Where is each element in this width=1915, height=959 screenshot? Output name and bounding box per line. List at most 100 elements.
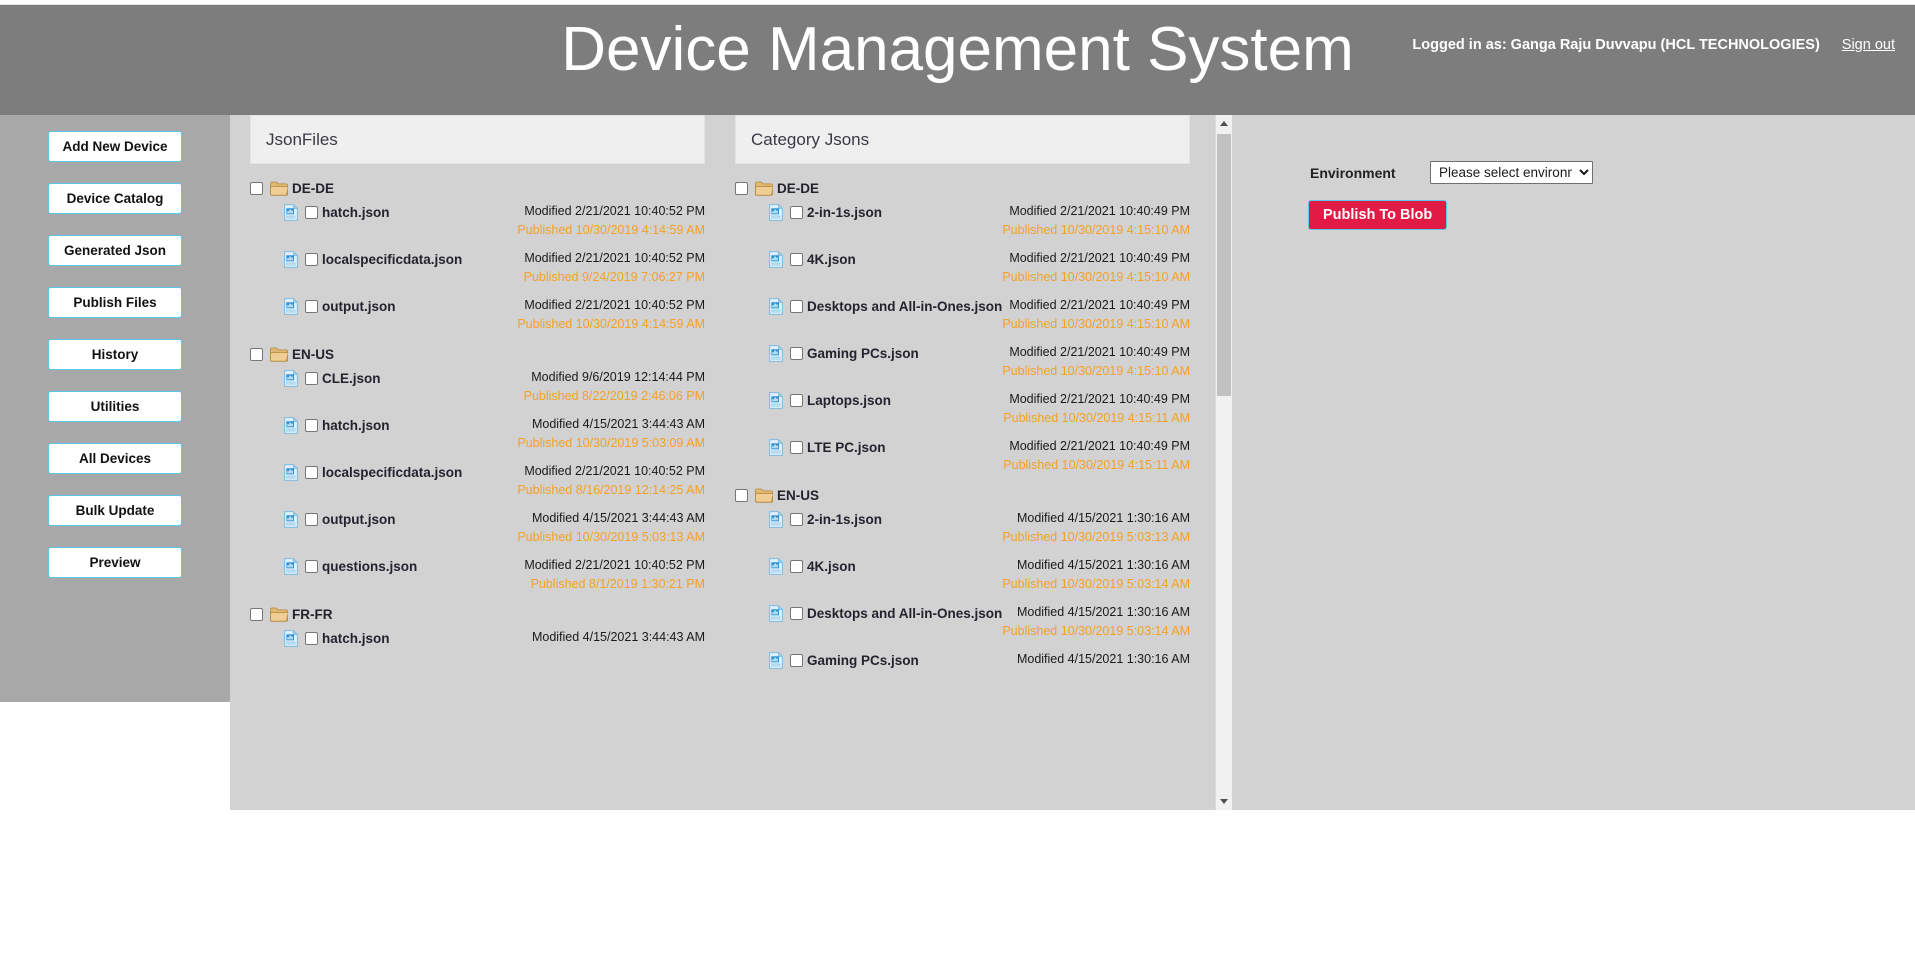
file-modified-date: Modified 2/21/2021 10:40:52 PM (524, 298, 705, 312)
file-row[interactable]: Gaming PCs.json Modified 2/21/2021 10:40:… (735, 343, 1190, 383)
panels-vertical-scrollbar[interactable] (1215, 115, 1232, 810)
file-label: output.json (322, 299, 396, 314)
folder-icon (755, 181, 773, 196)
file-row[interactable]: LTE PC.json Modified 2/21/2021 10:40:49 P… (735, 437, 1190, 477)
folder-row[interactable]: EN-US (250, 343, 705, 365)
file-checkbox[interactable] (305, 300, 318, 313)
folder-checkbox[interactable] (735, 488, 748, 502)
file-checkbox[interactable] (790, 607, 803, 620)
folder-icon (270, 607, 288, 622)
folder-checkbox[interactable] (250, 181, 263, 195)
scroll-up-arrow-icon[interactable] (1216, 115, 1232, 132)
file-row[interactable]: 2-in-1s.json Modified 2/21/2021 10:40:49 … (735, 202, 1190, 242)
sign-out-link[interactable]: Sign out (1842, 37, 1895, 53)
file-checkbox[interactable] (790, 513, 803, 526)
sidebar-item-all-devices[interactable]: All Devices (48, 443, 182, 474)
file-published-date: Published 10/30/2019 5:03:14 AM (1002, 624, 1190, 638)
file-meta: Modified 2/21/2021 10:40:49 PM Published … (1002, 202, 1190, 240)
folder-checkbox[interactable] (250, 607, 263, 621)
json-file-icon (769, 392, 783, 409)
folder-label: EN-US (777, 487, 820, 503)
file-row[interactable]: 2-in-1s.json Modified 4/15/2021 1:30:16 A… (735, 509, 1190, 549)
json-file-icon (284, 298, 298, 315)
json-file-icon (284, 630, 298, 647)
file-label: Gaming PCs.json (807, 346, 919, 361)
file-row[interactable]: localspecificdata.json Modified 2/21/2021… (250, 249, 705, 289)
file-label: questions.json (322, 559, 418, 574)
sidebar-item-publish-files[interactable]: Publish Files (48, 287, 182, 318)
file-modified-date: Modified 2/21/2021 10:40:49 PM (1009, 439, 1190, 453)
sidebar-nav: Add New Device Device Catalog Generated … (0, 115, 230, 702)
folder-row[interactable]: DE-DE (250, 177, 705, 199)
main-content: JsonFiles DE-DE hatch.json Modified 2/21/2… (230, 115, 1915, 810)
file-checkbox[interactable] (790, 253, 803, 266)
file-row[interactable]: hatch.json Modified 4/15/2021 3:44:43 AM (250, 628, 705, 668)
file-published-date: Published 8/1/2019 1:30:21 PM (530, 577, 705, 591)
publish-controls-pane: Environment Please select environment Pu… (1250, 115, 1915, 810)
sidebar-item-add-new-device[interactable]: Add New Device (48, 131, 182, 162)
sidebar-item-preview[interactable]: Preview (48, 547, 182, 578)
json-file-icon (769, 251, 783, 268)
file-checkbox[interactable] (790, 206, 803, 219)
file-checkbox[interactable] (790, 394, 803, 407)
sidebar-item-device-catalog[interactable]: Device Catalog (48, 183, 182, 214)
file-row[interactable]: 4K.json Modified 2/21/2021 10:40:49 PM Pub… (735, 249, 1190, 289)
folder-checkbox[interactable] (250, 347, 263, 361)
file-row[interactable]: questions.json Modified 2/21/2021 10:40:5… (250, 556, 705, 596)
scrollbar-thumb[interactable] (1217, 134, 1231, 396)
file-row[interactable]: Gaming PCs.json Modified 4/15/2021 1:30:1… (735, 650, 1190, 690)
file-label: Desktops and All-in-Ones.json (807, 606, 1003, 621)
file-checkbox[interactable] (305, 419, 318, 432)
file-checkbox[interactable] (790, 300, 803, 313)
json-file-icon (284, 204, 298, 221)
file-row[interactable]: localspecificdata.json Modified 2/21/2021… (250, 462, 705, 502)
file-row[interactable]: output.json Modified 2/21/2021 10:40:52 P… (250, 296, 705, 336)
scroll-down-arrow-icon[interactable] (1216, 793, 1232, 810)
file-label: localspecificdata.json (322, 252, 463, 267)
file-checkbox[interactable] (305, 560, 318, 573)
file-row[interactable]: CLE.json Modified 9/6/2019 12:14:44 PM Pub… (250, 368, 705, 408)
publish-to-blob-button[interactable]: Publish To Blob (1308, 200, 1448, 230)
json-file-icon (284, 417, 298, 434)
folder-row[interactable]: DE-DE (735, 177, 1190, 199)
sidebar-item-bulk-update[interactable]: Bulk Update (48, 495, 182, 526)
file-published-date: Published 10/30/2019 5:03:13 AM (517, 530, 705, 544)
sidebar-item-utilities[interactable]: Utilities (48, 391, 182, 422)
file-checkbox[interactable] (790, 560, 803, 573)
file-row[interactable]: hatch.json Modified 2/21/2021 10:40:52 PM… (250, 202, 705, 242)
file-modified-date: Modified 4/15/2021 1:30:16 AM (1016, 652, 1190, 666)
json-file-icon (769, 204, 783, 221)
folder-row[interactable]: FR-FR (250, 603, 705, 625)
folder-checkbox[interactable] (735, 181, 748, 195)
file-row[interactable]: hatch.json Modified 4/15/2021 3:44:43 AM P… (250, 415, 705, 455)
file-row[interactable]: 4K.json Modified 4/15/2021 1:30:16 AM Publ… (735, 556, 1190, 596)
file-checkbox[interactable] (790, 654, 803, 667)
file-checkbox[interactable] (790, 441, 803, 454)
file-published-date: Published 10/30/2019 4:15:11 AM (1003, 458, 1190, 472)
json-file-icon (769, 439, 783, 456)
sidebar-item-history[interactable]: History (48, 339, 182, 370)
file-meta: Modified 2/21/2021 10:40:52 PM Published … (517, 296, 705, 334)
file-label: hatch.json (322, 631, 390, 646)
file-row[interactable]: output.json Modified 4/15/2021 3:44:43 AM… (250, 509, 705, 549)
file-checkbox[interactable] (790, 347, 803, 360)
file-row[interactable]: Laptops.json Modified 2/21/2021 10:40:49 … (735, 390, 1190, 430)
file-modified-date: Modified 4/15/2021 1:30:16 AM (1016, 558, 1190, 572)
file-published-date: Published 10/30/2019 4:15:10 AM (1002, 317, 1190, 331)
file-checkbox[interactable] (305, 513, 318, 526)
folder-row[interactable]: EN-US (735, 484, 1190, 506)
file-row[interactable]: Desktops and All-in-Ones.json Modified 4/… (735, 603, 1190, 643)
file-checkbox[interactable] (305, 206, 318, 219)
file-checkbox[interactable] (305, 466, 318, 479)
file-checkbox[interactable] (305, 253, 318, 266)
file-checkbox[interactable] (305, 372, 318, 385)
file-modified-date: Modified 4/15/2021 3:44:43 AM (531, 511, 705, 525)
category-jsons-tree: DE-DE 2-in-1s.json Modified 2/21/2021 10:4… (735, 164, 1190, 690)
environment-select[interactable]: Please select environment (1430, 161, 1593, 184)
file-modified-date: Modified 2/21/2021 10:40:49 PM (1009, 298, 1190, 312)
file-row[interactable]: Desktops and All-in-Ones.json Modified 2/… (735, 296, 1190, 336)
file-checkbox[interactable] (305, 632, 318, 645)
sidebar-item-generated-json[interactable]: Generated Json (48, 235, 182, 266)
file-label: output.json (322, 512, 396, 527)
file-label: 2-in-1s.json (807, 205, 883, 220)
